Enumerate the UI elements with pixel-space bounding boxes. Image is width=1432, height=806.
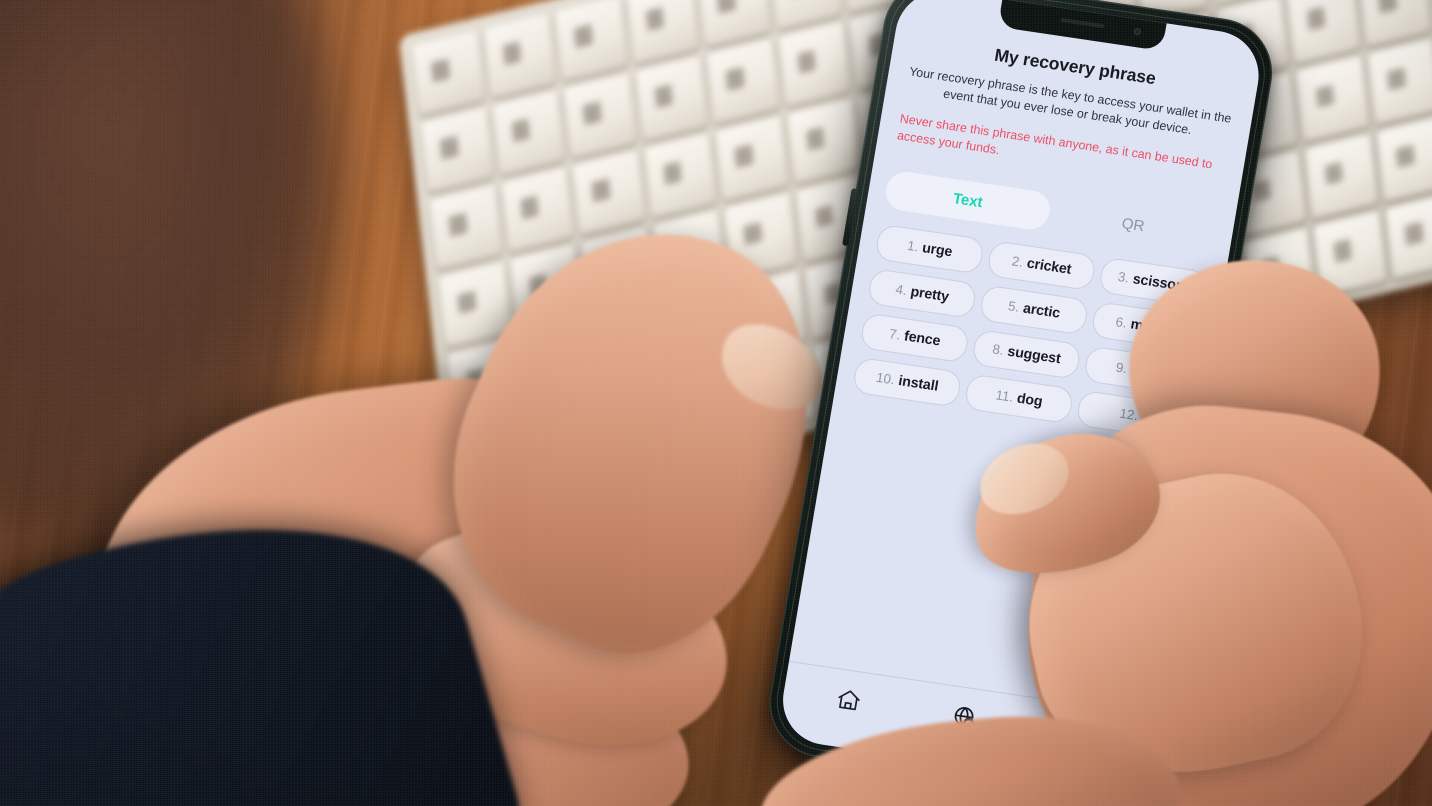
- recovery-word-text: install: [897, 373, 940, 396]
- keyboard-key: [420, 107, 494, 194]
- keyboard-key: [554, 0, 628, 82]
- tab-qr[interactable]: QR: [1048, 194, 1218, 257]
- keyboard-key: [492, 90, 565, 176]
- keyboard-key: [786, 98, 860, 185]
- supporting-fingers: [753, 700, 1320, 806]
- recovery-word-chip[interactable]: 2. cricket: [985, 240, 1097, 292]
- keyboard-key: [1367, 38, 1432, 125]
- keyboard-key: [483, 12, 556, 99]
- keyboard-key: [572, 150, 646, 236]
- keyboard-key: [1385, 193, 1432, 279]
- recovery-word-text: pretty: [909, 284, 951, 306]
- recovery-word-index: 3.: [1116, 269, 1131, 286]
- keyboard-key: [626, 0, 699, 65]
- recovery-word-index: 1.: [906, 238, 920, 255]
- recovery-word-text: fence: [902, 328, 942, 350]
- recovery-word-text: urge: [920, 240, 954, 261]
- keyboard-key: [1376, 115, 1432, 202]
- recovery-word-index: 7.: [887, 326, 902, 344]
- keyboard-key: [1304, 133, 1378, 219]
- recovery-word-chip[interactable]: 7. fence: [859, 312, 971, 364]
- keyboard-key: [563, 72, 637, 159]
- keyboard-key: [697, 0, 771, 48]
- keyboard-key: [643, 133, 717, 219]
- keyboard-key: [635, 55, 708, 142]
- keyboard-key: [411, 30, 485, 116]
- keyboard-key: [1287, 0, 1361, 65]
- recovery-word-chip[interactable]: 4. pretty: [866, 268, 978, 320]
- tab-text[interactable]: Text: [882, 169, 1053, 233]
- recovery-word-chip[interactable]: 1. urge: [874, 224, 986, 276]
- recovery-word-index: 10.: [874, 370, 896, 388]
- photo-scene: My recovery phrase Your recovery phrase …: [0, 0, 1432, 806]
- keyboard-key: [715, 115, 789, 202]
- keyboard-key: [1358, 0, 1432, 48]
- recovery-word-index: 4.: [894, 282, 908, 299]
- keyboard-key: [706, 38, 780, 125]
- recovery-word-text: cricket: [1025, 256, 1073, 279]
- recovery-word-index: 8.: [991, 341, 1005, 359]
- keyboard-key: [1296, 55, 1369, 142]
- recovery-word-index: 2.: [1010, 253, 1025, 271]
- supporting-finger: [753, 702, 1187, 806]
- keyboard-key: [778, 21, 851, 108]
